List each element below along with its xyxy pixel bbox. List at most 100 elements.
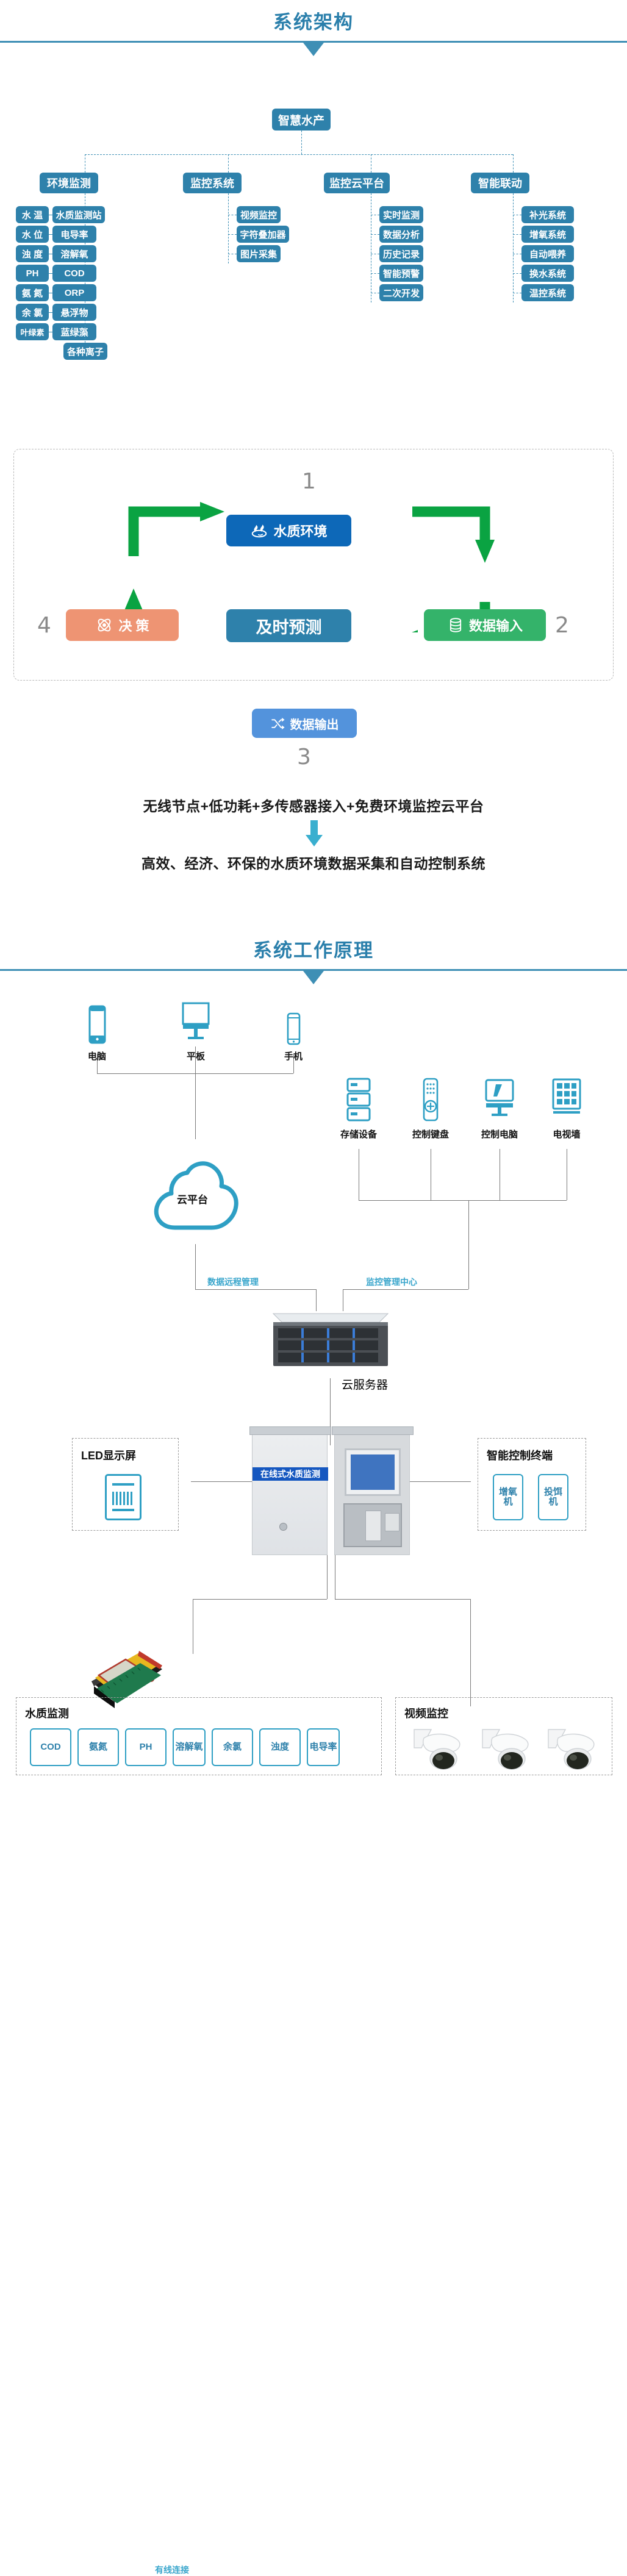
arch-leaf-0-L6[interactable]: 叶绿素: [16, 323, 49, 340]
arch-leaf-0-L2[interactable]: 浊 度: [16, 245, 49, 262]
water-chip-2[interactable]: PH: [125, 1728, 167, 1766]
device-tablet[interactable]: 平板: [174, 1001, 217, 1062]
terminal-chip-0[interactable]: 增氧机: [493, 1474, 523, 1520]
arch-leaf-3-2[interactable]: 自动喂养: [521, 245, 574, 262]
device-video-wall-label: 电视墙: [553, 1129, 581, 1140]
water-chip-5[interactable]: 浊度: [259, 1728, 301, 1766]
device-control-pc[interactable]: 控制电脑: [475, 1077, 524, 1140]
cycle-node-decision[interactable]: 决 策: [66, 609, 179, 641]
arch-leaf-0-bottom[interactable]: 各种离子: [63, 343, 107, 360]
cycle-node-data-output[interactable]: 数据输出: [252, 709, 357, 738]
breaker-bay: [343, 1503, 402, 1547]
cycle-node-data-input[interactable]: 数据输入: [424, 609, 546, 641]
arch-leaf-0-R2[interactable]: 溶解氧: [52, 245, 96, 262]
conn-led: [191, 1481, 252, 1482]
arch-category-0[interactable]: 环境监测: [40, 173, 98, 193]
arch-leaf-0-R4[interactable]: ORP: [52, 284, 96, 301]
working-principle-diagram: 电脑 平板 手机 存储设备 控制键盘 控制电脑 电视墙 云平台 数据远程管理 监…: [0, 988, 627, 2575]
header-arrow-icon: [303, 43, 324, 57]
water-chip-4[interactable]: 余氯: [212, 1728, 253, 1766]
arch-leaf-0-R5[interactable]: 悬浮物: [52, 304, 96, 321]
ptz-camera-icon[interactable]: [479, 1727, 537, 1771]
control-terminal-title: 智能控制终端: [487, 1450, 553, 1462]
arch-spine-col3: [513, 193, 514, 302]
arch-leaf-2-4[interactable]: 二次开发: [379, 284, 423, 301]
arch-leaf-0-R0[interactable]: 水质监测站: [52, 206, 105, 223]
water-quality-panel: 水质监测 COD 氨氮 PH 溶解氧 余氯 浊度 电导率: [16, 1697, 382, 1775]
ptz-camera-icon[interactable]: [410, 1727, 469, 1771]
arch-stem-col1: [228, 154, 229, 173]
arch-tick-0-5: [49, 312, 52, 313]
video-wall-icon: [552, 1078, 581, 1114]
device-keypad[interactable]: 控制键盘: [406, 1077, 455, 1140]
conn-bottom-right-down: [470, 1599, 471, 1706]
conn-cloud-server: [316, 1289, 317, 1311]
architecture-section-header: 系统架构: [0, 11, 627, 57]
control-cabinet[interactable]: [332, 1426, 414, 1555]
arch-leaf-3-3[interactable]: 换水系统: [521, 265, 574, 282]
control-terminal-panel: 智能控制终端 增氧机 投饵机: [478, 1438, 586, 1531]
device-keypad-label: 控制键盘: [412, 1129, 449, 1140]
arch-leaf-2-1[interactable]: 数据分析: [379, 226, 423, 243]
arch-leaf-0-R3[interactable]: COD: [52, 265, 96, 282]
arch-tick-2-1: [371, 234, 379, 235]
conn-terminal: [410, 1481, 471, 1482]
shuffle-icon: [271, 717, 285, 729]
cycle-node-water-quality-label: 水质环境: [273, 524, 328, 539]
arch-leaf-1-0[interactable]: 视频监控: [237, 206, 281, 223]
arch-category-3[interactable]: 智能联动: [471, 173, 529, 193]
arch-leaf-1-1[interactable]: 字符叠加器: [237, 226, 289, 243]
arch-stem-col3: [513, 154, 514, 173]
conn-cloud-bus: [195, 1289, 316, 1290]
conn-server-cabinet: [330, 1378, 331, 1445]
device-phone[interactable]: 手机: [276, 1012, 311, 1062]
cycle-node-decision-label: 决 策: [118, 618, 149, 634]
arch-leaf-3-1[interactable]: 增氧系统: [521, 226, 574, 243]
water-chip-6[interactable]: 电导率: [307, 1728, 340, 1766]
arch-leaf-0-L0[interactable]: 水 温: [16, 206, 49, 223]
arch-leaf-3-4[interactable]: 温控系统: [521, 284, 574, 301]
prediction-cycle-panel: 1 水质环境 决 策 4 及时预测 数据输入 2 数据输出 3 无线节点+低功耗…: [13, 449, 614, 871]
device-pc-label: 电脑: [87, 1051, 106, 1062]
principle-section-header: 系统工作原理: [0, 939, 627, 985]
arch-leaf-2-0[interactable]: 实时监测: [379, 206, 423, 223]
desktop-monitor-icon: [182, 1002, 210, 1039]
arch-leaf-1-2[interactable]: 图片采集: [237, 245, 281, 262]
water-monitor-cabinet[interactable]: 在线式水质监测: [249, 1426, 331, 1555]
arch-leaf-2-2[interactable]: 历史记录: [379, 245, 423, 262]
smartphone-icon: [287, 1012, 301, 1045]
device-storage-label: 存储设备: [340, 1129, 377, 1140]
cycle-number-3: 3: [297, 745, 311, 770]
edge-label-remote: 数据远程管理: [207, 1277, 259, 1287]
water-chip-0[interactable]: COD: [30, 1728, 71, 1766]
conn-cab-down-l: [327, 1555, 328, 1599]
arch-leaf-0-R1[interactable]: 电导率: [52, 226, 96, 243]
tagline-1: 无线节点+低功耗+多传感器接入+免费环境监控云平台: [143, 798, 484, 814]
arch-leaf-0-L3[interactable]: PH: [16, 265, 49, 282]
water-chip-3[interactable]: 溶解氧: [173, 1728, 206, 1766]
arch-tick-2-3: [371, 273, 379, 274]
arch-category-2[interactable]: 监控云平台: [324, 173, 390, 193]
cycle-center-node[interactable]: 及时预测: [226, 609, 351, 642]
control-cabinet-top-vent: [332, 1426, 414, 1435]
hmi-screen[interactable]: [345, 1448, 401, 1496]
arch-leaf-2-3[interactable]: 智能预警: [379, 265, 423, 282]
device-pc[interactable]: 电脑: [78, 1005, 116, 1062]
arch-root-node[interactable]: 智慧水产: [272, 109, 331, 131]
water-panel-title: 水质监测: [25, 1708, 69, 1720]
arch-leaf-0-R6[interactable]: 蓝绿藻: [52, 323, 96, 340]
water-chip-1[interactable]: 氨氮: [77, 1728, 119, 1766]
arch-leaf-0-L4[interactable]: 氨 氮: [16, 284, 49, 301]
cycle-node-water-quality[interactable]: 水质环境: [226, 515, 351, 546]
device-video-wall[interactable]: 电视墙: [542, 1077, 591, 1140]
arch-category-1[interactable]: 监控系统: [183, 173, 242, 193]
arch-leaf-3-0[interactable]: 补光系统: [521, 206, 574, 223]
arch-leaf-0-L1[interactable]: 水 位: [16, 226, 49, 243]
arch-tick-3-1: [513, 234, 521, 235]
ptz-camera-icon[interactable]: [545, 1727, 603, 1771]
terminal-chip-1[interactable]: 投饵机: [538, 1474, 568, 1520]
conn-cloud-down: [195, 1244, 196, 1289]
arch-leaf-0-L5[interactable]: 余 氯: [16, 304, 49, 321]
tagline-2: 高效、经济、环保的水质环境数据采集和自动控制系统: [142, 856, 485, 871]
device-storage[interactable]: 存储设备: [334, 1077, 383, 1140]
